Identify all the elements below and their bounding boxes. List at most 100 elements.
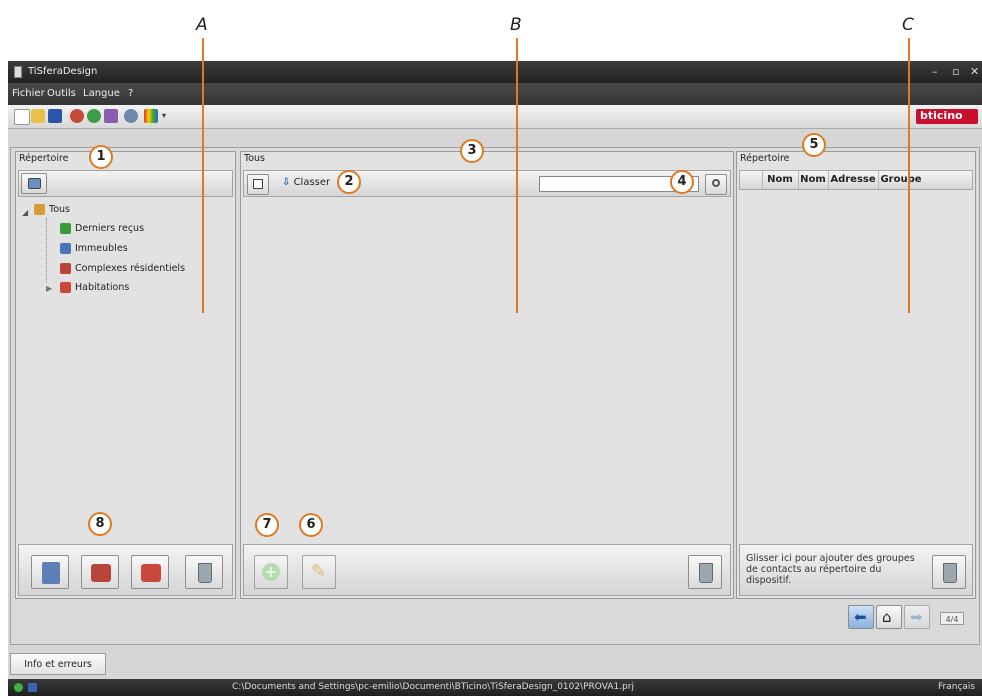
guide-line-b	[516, 38, 518, 313]
home-button[interactable]: ⌂	[876, 605, 902, 629]
search-icon	[712, 179, 720, 187]
arrow-left-icon: ⬅	[854, 608, 867, 626]
bticino-logo: bticino	[916, 109, 978, 124]
tree-expand-habitations[interactable]: ▶	[46, 284, 52, 293]
menu-bar: Fichier Outils Langue ?	[8, 83, 982, 105]
directory-icon	[28, 178, 41, 189]
export-icon[interactable]	[87, 109, 101, 123]
badge-3: 3	[460, 139, 484, 163]
project-path: C:\Documents and Settings\pc-emilio\Docu…	[232, 682, 634, 692]
tree-item-complexes[interactable]: Complexes résidentiels	[60, 261, 185, 277]
directory-button[interactable]	[21, 173, 47, 194]
chevron-down-icon[interactable]: ▾	[162, 111, 166, 120]
close-button[interactable]: ✕	[970, 65, 979, 78]
add-complex-icon	[91, 564, 111, 582]
column-header-nom-2[interactable]: Nom	[798, 171, 829, 189]
bticino-logo-text: bticino	[920, 109, 963, 122]
trash-icon	[943, 563, 957, 583]
add-house-button[interactable]	[131, 555, 169, 589]
menu-fichier[interactable]: Fichier	[12, 88, 45, 99]
sort-button[interactable]: ⇩ Classer	[282, 177, 330, 193]
tree-label-immeubles: Immeubles	[75, 243, 128, 254]
add-complex-button[interactable]	[81, 555, 119, 589]
tree-label-tous: Tous	[49, 204, 70, 215]
middle-panel-title: Tous	[244, 153, 265, 164]
title-bar: TiSferaDesign – ▫ ✕	[8, 61, 982, 83]
add-building-button[interactable]	[31, 555, 69, 589]
pencil-icon: ✎	[311, 561, 327, 582]
open-folder-icon[interactable]	[31, 109, 45, 123]
add-building-icon	[42, 562, 60, 584]
back-button[interactable]: ⬅	[848, 605, 874, 629]
toolbar: ▾ bticino	[8, 105, 982, 129]
status-bar: C:\Documents and Settings\pc-emilio\Docu…	[8, 679, 982, 696]
building-icon	[60, 243, 71, 254]
tools-icon[interactable]	[104, 109, 118, 123]
tree-label-habitations: Habitations	[75, 282, 130, 293]
info-errors-label: Info et erreurs	[24, 659, 92, 670]
delete-middle-button[interactable]	[688, 555, 722, 589]
house-icon	[60, 282, 71, 293]
import-icon[interactable]	[70, 109, 84, 123]
magnifier-icon	[253, 179, 263, 189]
menu-help[interactable]: ?	[128, 88, 133, 99]
save-icon[interactable]	[48, 109, 62, 123]
badge-6: 6	[299, 513, 323, 537]
search-button[interactable]	[705, 174, 727, 195]
tree-item-derniers-recus[interactable]: Derniers reçus	[60, 221, 144, 237]
complex-icon	[60, 263, 71, 274]
middle-panel-actions: + ✎	[243, 544, 731, 596]
plus-icon: +	[262, 563, 280, 581]
tree-connector	[46, 218, 47, 282]
window-title: TiSferaDesign	[28, 66, 98, 77]
badge-2: 2	[337, 170, 361, 194]
palette-icon[interactable]	[144, 109, 158, 123]
guide-line-a	[202, 38, 204, 313]
badge-8: 8	[88, 512, 112, 536]
drop-zone[interactable]: Glisser ici pour ajouter des groupes de …	[746, 553, 918, 589]
column-select	[740, 171, 763, 189]
workspace: Répertoire ◢ Tous Derniers reçus Immeubl…	[8, 129, 982, 679]
forward-button[interactable]: ➡	[904, 605, 930, 629]
badge-4: 4	[670, 170, 694, 194]
tree-item-tous[interactable]: Tous	[34, 202, 70, 218]
add-button[interactable]: +	[254, 555, 288, 589]
people-icon	[34, 204, 45, 215]
edit-button[interactable]: ✎	[302, 555, 336, 589]
guide-line-c	[908, 38, 910, 313]
minimize-button[interactable]: –	[932, 65, 938, 78]
tree-item-immeubles[interactable]: Immeubles	[60, 241, 128, 257]
badge-5: 5	[802, 133, 826, 157]
language-indicator: Français	[938, 682, 976, 692]
maximize-button[interactable]: ▫	[952, 65, 959, 78]
callout-c: C	[902, 15, 914, 35]
sort-icon: ⇩	[282, 177, 291, 188]
left-panel-actions	[18, 544, 233, 596]
preview-button[interactable]	[247, 174, 269, 195]
right-panel-actions: Glisser ici pour ajouter des groupes de …	[739, 544, 973, 596]
menu-langue[interactable]: Langue	[83, 88, 120, 99]
delete-right-button[interactable]	[932, 555, 966, 589]
menu-outils[interactable]: Outils	[47, 88, 76, 99]
column-header-nom[interactable]: Nom	[762, 171, 799, 189]
new-file-icon[interactable]	[14, 109, 30, 125]
sort-label: Classer	[293, 177, 331, 188]
tree-expand-tous[interactable]: ◢	[22, 208, 28, 217]
recent-icon	[60, 223, 71, 234]
arrow-right-icon: ➡	[910, 608, 923, 626]
right-panel: Répertoire Nom Nom Adresse Groupe Glisse…	[736, 151, 976, 599]
delete-left-button[interactable]	[185, 555, 223, 589]
column-header-adresse[interactable]: Adresse	[828, 171, 879, 189]
column-header-groupe[interactable]: Groupe	[878, 171, 924, 189]
status-save-icon	[28, 683, 37, 692]
config-icon[interactable]	[124, 109, 138, 123]
status-ok-icon	[14, 683, 23, 692]
info-errors-tab[interactable]: Info et erreurs	[10, 653, 106, 675]
trash-icon	[198, 563, 212, 583]
page-indicator: 4/4	[940, 612, 964, 625]
tree-item-habitations[interactable]: Habitations	[60, 280, 129, 296]
callout-b: B	[510, 15, 522, 35]
contacts-table-header: Nom Nom Adresse Groupe	[739, 170, 973, 190]
badge-7: 7	[255, 513, 279, 537]
callout-a: A	[196, 15, 208, 35]
